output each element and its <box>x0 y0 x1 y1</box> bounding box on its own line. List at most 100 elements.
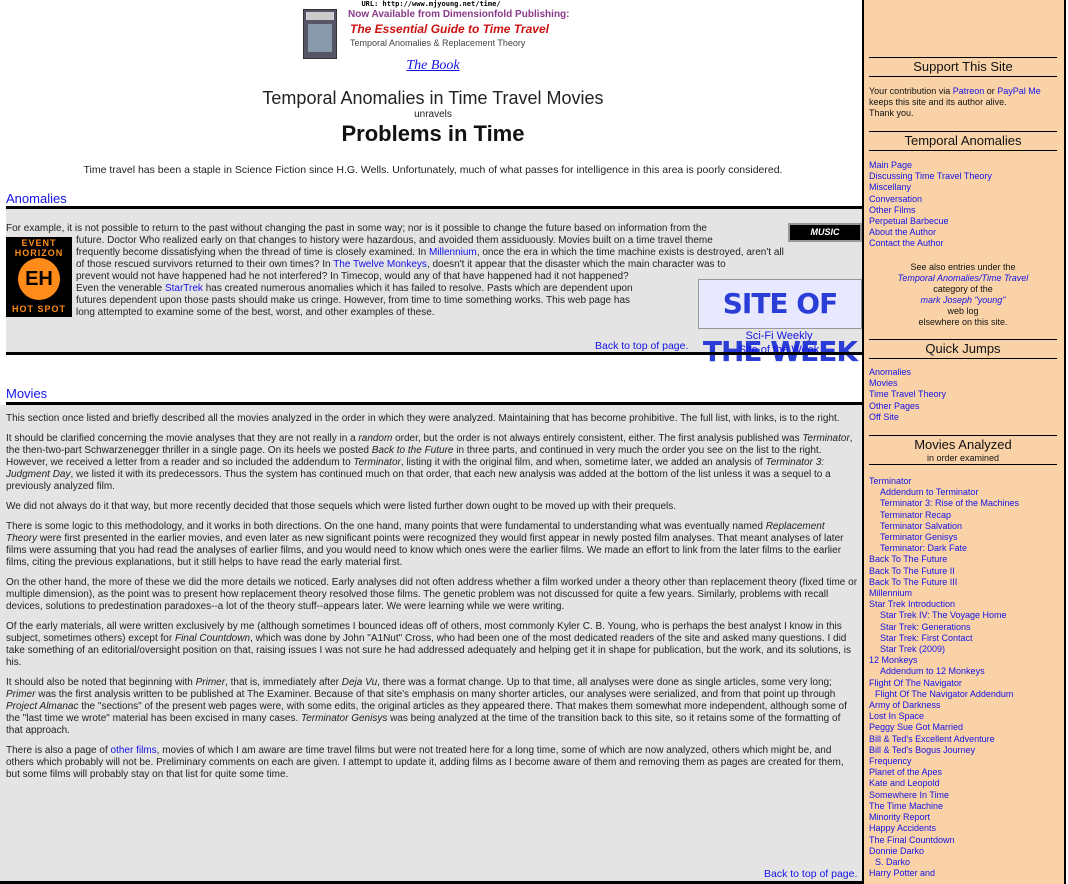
quick-jumps-heading: Quick Jumps <box>925 341 1001 356</box>
movie-link-s-darko[interactable]: S. Darko <box>869 857 1059 868</box>
movies-body: This section once listed and briefly des… <box>6 413 858 789</box>
promo-publisher: Now Available from Dimensionfold Publish… <box>348 9 570 20</box>
sidebar-link-main-page[interactable]: Main Page <box>869 160 1059 171</box>
anomalies-line-8: long attempted to examine some of the be… <box>76 307 435 318</box>
movie-link-somewhere-in-time[interactable]: Somewhere In Time <box>869 790 1059 801</box>
movie-link-back-to-the-future[interactable]: Back To The Future <box>869 554 1059 565</box>
quick-jump-other-pages[interactable]: Other Pages <box>869 401 1059 412</box>
movie-link-terminator-3-rise-of-the-machines[interactable]: Terminator 3: Rise of the Machines <box>869 498 1059 509</box>
movie-link-planet-of-the-apes[interactable]: Planet of the Apes <box>869 767 1059 778</box>
temporal-anomalies-links: Main Page Discussing Time Travel Theory Mi… <box>869 160 1059 250</box>
sidebar-link-conversation[interactable]: Conversation <box>869 194 1059 205</box>
other-films-link[interactable]: other films <box>111 745 157 756</box>
the-book-link[interactable]: The Book <box>0 58 862 74</box>
movies-paragraph: On the other hand, the more of these we … <box>6 577 858 612</box>
movie-link-flight-of-the-navigator[interactable]: Flight Of The Navigator <box>869 678 1059 689</box>
sidebar-link-miscellany[interactable]: Miscellany <box>869 182 1059 193</box>
movie-link-millennium[interactable]: Millennium <box>869 588 1059 599</box>
anomalies-line-7: futures dependent upon those pasts shoul… <box>76 295 630 306</box>
movie-link-flight-of-the-navigator-addendum[interactable]: Flight Of The Navigator Addendum <box>869 689 1059 700</box>
paypal-link[interactable]: PayPal Me <box>997 86 1041 96</box>
sidebar-link-contact-the-author[interactable]: Contact the Author <box>869 238 1059 249</box>
quick-jump-anomalies[interactable]: Anomalies <box>869 367 1059 378</box>
movie-link-terminator[interactable]: Terminator <box>869 476 1059 487</box>
logo-top-text: EVENT HORIZON <box>14 238 64 258</box>
movie-link-minority-report[interactable]: Minority Report <box>869 812 1059 823</box>
movies-paragraph: This section once listed and briefly des… <box>6 413 840 424</box>
anomalies-line-2: future. Doctor Who realized early on tha… <box>76 235 713 246</box>
movie-link-terminator-salvation[interactable]: Terminator Salvation <box>869 521 1059 532</box>
blog-link[interactable]: mark Joseph "young" <box>921 295 1006 305</box>
movie-link-star-trek-2009[interactable]: Star Trek (2009) <box>869 644 1059 655</box>
movie-link-addendum-to-12-monkeys[interactable]: Addendum to 12 Monkeys <box>869 666 1059 677</box>
movie-link-donnie-darko[interactable]: Donnie Darko <box>869 846 1059 857</box>
movie-link-star-trek-generations[interactable]: Star Trek: Generations <box>869 622 1059 633</box>
blog-category-link[interactable]: Temporal Anomalies/Time Travel <box>898 273 1029 283</box>
music-button[interactable]: MUSIC <box>788 223 862 242</box>
anomalies-heading[interactable]: Anomalies <box>6 191 67 206</box>
movies-analyzed-subheading: in order examined <box>926 453 1000 463</box>
movie-link-terminator-genisys[interactable]: Terminator Genisys <box>869 532 1059 543</box>
movie-link-lost-in-space[interactable]: Lost In Space <box>869 711 1059 722</box>
movies-heading[interactable]: Movies <box>6 386 47 401</box>
movie-link-back-to-the-future-iii[interactable]: Back To The Future III <box>869 577 1059 588</box>
sidebar-link-about-the-author[interactable]: About the Author <box>869 227 1059 238</box>
movie-link-addendum-to-terminator[interactable]: Addendum to Terminator <box>869 487 1059 498</box>
movies-paragraph: There is some logic to this methodology,… <box>6 521 844 568</box>
sidebar-rule <box>869 131 1057 132</box>
book-cover-image[interactable] <box>303 9 337 59</box>
promo-book-title[interactable]: The Essential Guide to Time Travel <box>350 22 549 36</box>
movies-paragraph: We did not always do it that way, but mo… <box>6 501 676 512</box>
sidebar-link-discussing-time-travel-theory[interactable]: Discussing Time Travel Theory <box>869 171 1059 182</box>
sidebar-rule <box>869 150 1057 151</box>
sidebar-link-perpetual-barbecue[interactable]: Perpetual Barbecue <box>869 216 1059 227</box>
quick-jump-off-site[interactable]: Off Site <box>869 412 1059 423</box>
movie-link-terminator-dark-fate[interactable]: Terminator: Dark Fate <box>869 543 1059 554</box>
back-to-top-link[interactable]: Back to top of page. <box>595 340 688 352</box>
patreon-link[interactable]: Patreon <box>953 86 985 96</box>
support-heading: Support This Site <box>913 59 1013 74</box>
movie-link-peggy-sue-got-married[interactable]: Peggy Sue Got Married <box>869 722 1059 733</box>
sidebar-link-other-films[interactable]: Other Films <box>869 205 1059 216</box>
page-title: Problems in Time <box>341 121 525 146</box>
sidebar-rule <box>869 358 1057 359</box>
movie-link-bill-ted-s-excellent-adventure[interactable]: Bill & Ted's Excellent Adventure <box>869 734 1059 745</box>
startrek-link[interactable]: StarTrek <box>165 283 203 294</box>
movie-link-back-to-the-future-ii[interactable]: Back To The Future II <box>869 566 1059 577</box>
movie-link-bill-ted-s-bogus-journey[interactable]: Bill & Ted's Bogus Journey <box>869 745 1059 756</box>
movie-link-the-time-machine[interactable]: The Time Machine <box>869 801 1059 812</box>
movie-link-kate-and-leopold[interactable]: Kate and Leopold <box>869 778 1059 789</box>
movie-link-frequency[interactable]: Frequency <box>869 756 1059 767</box>
sidebar-rule <box>869 57 1057 58</box>
temporal-anomalies-heading: Temporal Anomalies <box>904 133 1022 148</box>
book-promo[interactable]: Now Available from Dimensionfold Publish… <box>303 9 603 59</box>
anomalies-line-1: For example, it is not possible to retur… <box>6 223 707 234</box>
movie-link-terminator-recap[interactable]: Terminator Recap <box>869 510 1059 521</box>
movie-link-harry-potter-and[interactable]: Harry Potter and <box>869 868 1059 879</box>
movie-link-star-trek-iv-the-voyage-home[interactable]: Star Trek IV: The Voyage Home <box>869 610 1059 621</box>
back-to-top-link[interactable]: Back to top of page. <box>764 868 857 880</box>
movie-link-12-monkeys[interactable]: 12 Monkeys <box>869 655 1059 666</box>
anomalies-line-6: Even the venerable StarTrek has created … <box>76 283 633 294</box>
anomalies-line-4: of those rescued survivors returned to t… <box>76 259 726 270</box>
quick-jump-time-travel-theory[interactable]: Time Travel Theory <box>869 389 1059 400</box>
millennium-link[interactable]: Millennium <box>429 247 477 258</box>
movies-analyzed-list: Terminator Addendum to Terminator Terminat… <box>869 476 1059 879</box>
url-line: URL: http://www.mjyoung.net/time/ <box>361 0 501 8</box>
movie-link-the-final-countdown[interactable]: The Final Countdown <box>869 835 1059 846</box>
movie-link-star-trek-first-contact[interactable]: Star Trek: First Contact <box>869 633 1059 644</box>
twelve-monkeys-link[interactable]: The Twelve Monkeys <box>333 259 427 270</box>
site-of-the-week-badge[interactable]: SITE OF THE WEEK <box>698 279 862 368</box>
sidebar-rule <box>869 435 1057 436</box>
movie-link-star-trek-introduction[interactable]: Star Trek Introduction <box>869 599 1059 610</box>
anomalies-line-5: prevent would not have happened had he n… <box>76 271 629 282</box>
quick-jump-movies[interactable]: Movies <box>869 378 1059 389</box>
movie-link-army-of-darkness[interactable]: Army of Darkness <box>869 700 1059 711</box>
movies-paragraph: Of the early materials, all were written… <box>6 621 851 668</box>
sidebar-rule <box>869 339 1057 340</box>
movie-link-happy-accidents[interactable]: Happy Accidents <box>869 823 1059 834</box>
logo-letters: EH <box>18 258 60 300</box>
unravels-text: unravels <box>414 109 452 120</box>
event-horizon-logo[interactable]: EVENT HORIZON EH HOT SPOT <box>6 237 72 317</box>
section-divider <box>6 352 862 355</box>
